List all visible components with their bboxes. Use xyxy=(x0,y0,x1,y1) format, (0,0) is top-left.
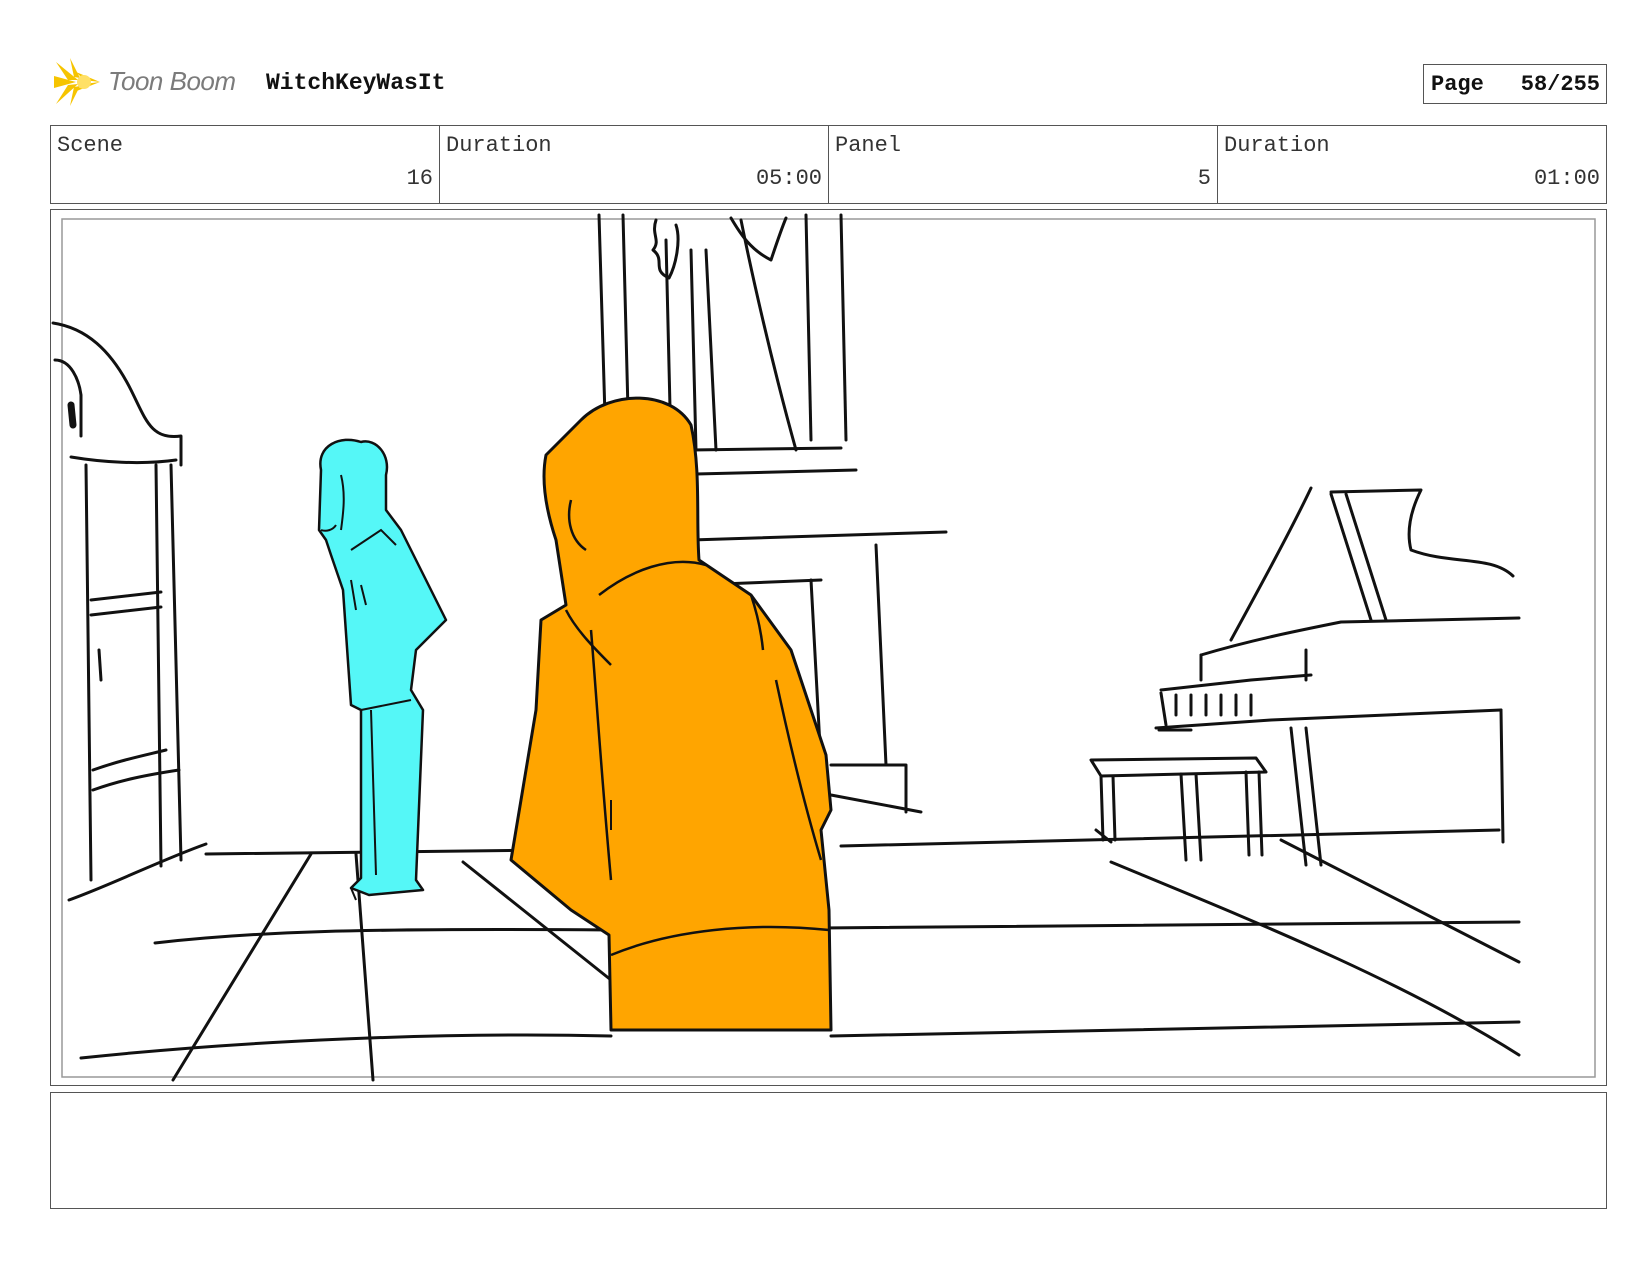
page-number: 58/255 xyxy=(1520,71,1600,97)
panel-duration-cell: Duration 01:00 xyxy=(1218,126,1606,203)
scene-value: 16 xyxy=(406,166,433,191)
panel-cell: Panel 5 xyxy=(829,126,1218,203)
panel-duration-label: Duration xyxy=(1224,133,1330,158)
storyboard-panel xyxy=(50,209,1607,1086)
toon-boom-logo-icon xyxy=(54,58,100,106)
left-cabinet xyxy=(51,321,208,902)
scene-label: Scene xyxy=(57,133,124,158)
panel-label: Panel xyxy=(835,133,902,158)
panel-info-table: Scene 16 Duration 05:00 Panel 5 Duration… xyxy=(50,125,1607,204)
page-header: Toon Boom WitchKeyWasIt Page 58/255 xyxy=(50,56,1607,108)
brand-name: Toon Boom xyxy=(108,66,236,96)
panel-duration-value: 01:00 xyxy=(1533,166,1600,191)
project-title: WitchKeyWasIt xyxy=(266,70,446,96)
orange-character xyxy=(509,396,833,1032)
cyan-character xyxy=(317,438,448,901)
grand-piano xyxy=(1089,486,1521,867)
panel-value: 5 xyxy=(1197,166,1211,191)
page-indicator: Page 58/255 xyxy=(1423,64,1607,104)
panel-notes-area[interactable] xyxy=(50,1092,1607,1209)
scene-cell: Scene 16 xyxy=(51,126,440,203)
scene-duration-value: 05:00 xyxy=(755,166,822,191)
scene-duration-cell: Duration 05:00 xyxy=(440,126,829,203)
scene-duration-label: Duration xyxy=(446,133,552,158)
storyboard-sketch xyxy=(51,213,1596,1082)
page-label: Page xyxy=(1431,71,1484,97)
